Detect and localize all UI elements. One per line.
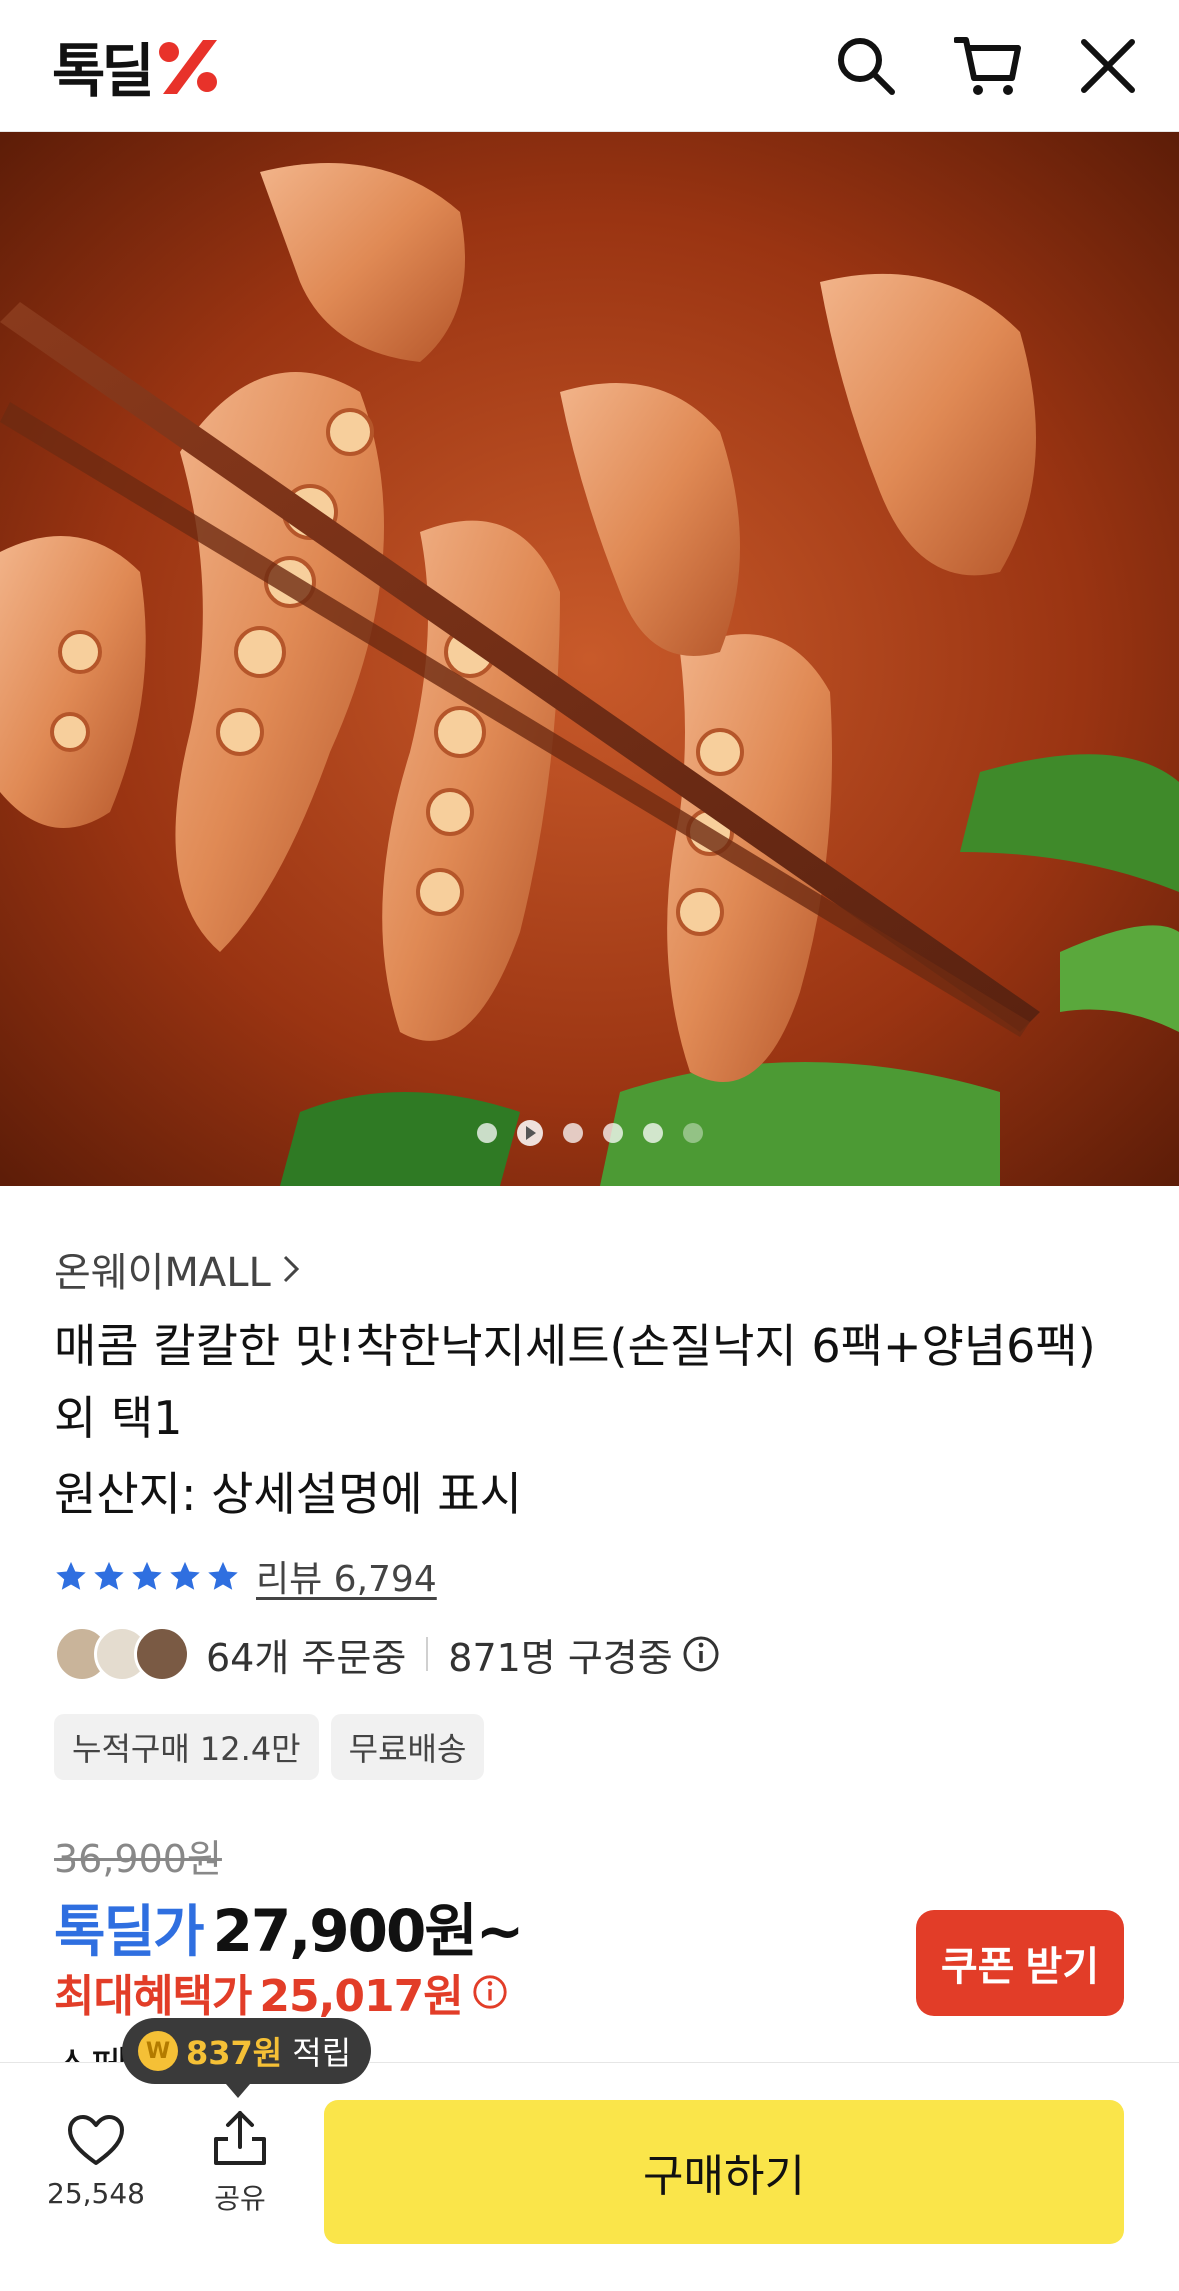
star-icon	[56, 1561, 86, 1590]
carousel-dot[interactable]	[476, 1123, 497, 1143]
like-button[interactable]: 25,548	[44, 2113, 148, 2210]
carousel-dot[interactable]	[682, 1123, 703, 1143]
star-icon	[208, 1561, 238, 1590]
video-play-icon[interactable]	[516, 1120, 543, 1146]
carousel-dot[interactable]	[562, 1123, 583, 1143]
rating-row[interactable]: 리뷰 6,794	[54, 1550, 437, 1602]
live-activity-row: 64개 주문중 871명 구경중	[54, 1626, 721, 1682]
review-count-link[interactable]: 리뷰 6,794	[256, 1550, 437, 1602]
product-title: 매콤 칼칼한 맛!착한낙지세트(손질낙지 6팩+양념6팩)외 택1	[54, 1319, 1096, 1445]
chevron-right-icon	[283, 1255, 299, 1283]
coin-icon: W	[138, 2031, 178, 2071]
divider	[426, 1637, 429, 1671]
avatar	[134, 1626, 190, 1682]
deal-price: 27,900원~	[212, 1897, 525, 1965]
points-tooltip: W 837원 적립	[122, 2018, 372, 2098]
product-tags: 누적구매 12.4만 무료배송	[54, 1714, 485, 1780]
logo-text: 톡딜	[52, 37, 155, 105]
max-benefit-price: 25,017원	[259, 1971, 463, 2022]
seller-link[interactable]: 온웨이MALL	[54, 1240, 301, 1298]
tag-cumulative-sales: 누적구매 12.4만	[54, 1714, 319, 1780]
bottom-action-bar: 25,548 공유 구매하기	[0, 2062, 1179, 2291]
like-count: 25,548	[47, 2177, 145, 2210]
deal-price-label: 톡딜가	[54, 1900, 205, 1965]
buyer-avatars	[54, 1626, 190, 1682]
search-icon[interactable]	[832, 32, 900, 100]
tag-free-shipping: 무료배송	[330, 1714, 485, 1780]
star-icon	[170, 1561, 200, 1590]
original-price: 36,900원	[54, 1837, 222, 1881]
info-icon[interactable]	[681, 1634, 721, 1674]
buy-button[interactable]: 구매하기	[324, 2100, 1124, 2244]
ordering-count: 64개 주문중	[206, 1635, 407, 1680]
seller-name: 온웨이MALL	[54, 1250, 271, 1296]
share-button[interactable]: 공유	[194, 2109, 286, 2217]
star-icon	[94, 1561, 124, 1590]
get-coupon-button[interactable]: 쿠폰 받기	[916, 1910, 1124, 2016]
logo-percent-icon	[158, 40, 217, 94]
carousel-dot[interactable]	[602, 1123, 623, 1143]
carousel-dot[interactable]	[642, 1123, 663, 1143]
points-suffix: 적립	[292, 2034, 352, 2072]
product-origin: 원산지: 상세설명에 표시	[54, 1467, 522, 1521]
rating-stars	[54, 1559, 240, 1593]
share-icon	[214, 2111, 266, 2165]
max-benefit-row: 최대혜택가 25,017원	[54, 1960, 509, 2024]
carousel-indicators	[0, 1120, 1179, 1146]
viewing-count: 871명 구경중	[448, 1635, 673, 1680]
heart-icon	[68, 2115, 124, 2165]
star-icon	[132, 1561, 162, 1590]
cart-icon[interactable]	[954, 32, 1022, 100]
deal-price-row: 톡딜가 27,900원~	[54, 1884, 525, 1968]
close-icon[interactable]	[1074, 32, 1142, 100]
talkdeal-logo[interactable]: 톡딜	[52, 30, 225, 105]
product-image-carousel[interactable]	[0, 132, 1179, 1186]
food-photo	[0, 132, 1179, 1186]
info-icon[interactable]	[471, 1973, 509, 2011]
points-amount: 837원	[186, 2034, 283, 2072]
top-header: 톡딜	[0, 0, 1179, 132]
share-label: 공유	[214, 2182, 266, 2215]
max-benefit-label: 최대혜택가	[54, 1971, 252, 2022]
